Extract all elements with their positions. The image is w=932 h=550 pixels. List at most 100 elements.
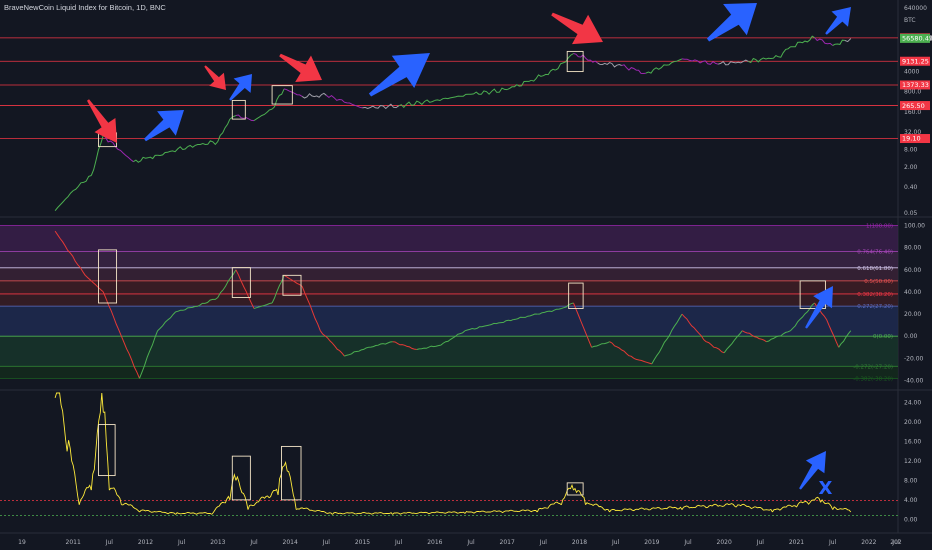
time-axis-tick: Jul: [611, 539, 620, 546]
price-series-segment: [621, 64, 646, 75]
price-axis-tick: 4000: [904, 69, 919, 76]
price-axis-tick: 2.00: [904, 164, 918, 171]
blue-arrow[interactable]: [144, 110, 184, 142]
price-axis-tick: 640000: [904, 5, 927, 12]
volatility-axis-tick: 16.00: [904, 439, 921, 446]
fib-level-label: 0.5(50.00): [864, 279, 893, 285]
fib-level-label: 0.382(38.20): [857, 292, 893, 298]
price-series-segment: [301, 92, 327, 99]
price-badge-label: 56580.45: [902, 35, 932, 43]
price-series-segment: [133, 154, 158, 163]
fib-level-label: 0(0.00): [873, 334, 893, 340]
time-axis-tick: 2020: [717, 539, 732, 546]
price-badge-label: 1373.33: [902, 81, 929, 89]
volatility-series-segment: [283, 460, 297, 510]
price-series-segment: [157, 146, 189, 157]
volatility-series-segment: [536, 501, 562, 513]
volatility-series-segment: [332, 512, 393, 515]
time-axis-tick: 2015: [355, 539, 370, 546]
oscillator-axis-tick: 80.00: [904, 245, 921, 252]
price-series-segment: [271, 88, 285, 110]
volatility-series-segment: [681, 503, 737, 510]
oscillator-axis-tick: 100.00: [904, 223, 925, 230]
volatility-series-segment: [735, 503, 773, 513]
volatility-axis-tick: 0.00: [904, 516, 918, 523]
time-axis-tick: 2013: [210, 539, 225, 546]
fib-level-label: 0.272(27.20): [857, 304, 893, 310]
volatility-series-segment: [175, 512, 213, 515]
price-series-segment: [470, 87, 508, 95]
time-axis-tick: Jul: [539, 539, 548, 546]
time-axis-tick: Jul: [249, 539, 258, 546]
time-axis-tick: Jul: [828, 539, 837, 546]
price-axis-tick: 8.00: [904, 146, 918, 153]
x-mark-annotation: X: [818, 478, 832, 499]
chart-canvas[interactable]: BTC X 6400004000800.0160.032.008.002.000…: [0, 0, 932, 550]
red-arrow[interactable]: [551, 12, 603, 45]
price-badge-label: 19.10: [902, 135, 921, 143]
time-axis-tick: Jul: [105, 539, 114, 546]
blue-arrow[interactable]: [825, 7, 851, 35]
time-axis-tick: 2021: [789, 539, 804, 546]
oscillator-axis-tick: -40.00: [904, 377, 924, 384]
blue-arrow[interactable]: [229, 74, 252, 101]
volatility-series-segment: [211, 495, 231, 515]
blue-arrow[interactable]: [368, 53, 430, 97]
time-axis-tick: Jul: [394, 539, 403, 546]
fib-band: [0, 293, 898, 307]
volatility-series-segment: [796, 496, 822, 508]
fib-band: [0, 225, 898, 252]
price-series-segment: [434, 93, 471, 102]
blue-arrow[interactable]: [706, 3, 757, 42]
price-series-segment: [253, 108, 273, 122]
price-series-segment: [597, 62, 622, 68]
price-series-segment: [832, 39, 845, 46]
fib-level-label: 1(100.00): [866, 224, 893, 230]
price-series-segment: [72, 175, 92, 192]
price-series-segment: [778, 46, 791, 58]
time-axis-tick: Jul: [322, 539, 331, 546]
volatility-series-segment: [78, 484, 92, 505]
volatility-series-segment: [832, 506, 852, 513]
volatility-series-segment: [609, 506, 683, 513]
time-axis-tick: 2018: [572, 539, 587, 546]
price-axis-tick: 800.0: [904, 89, 921, 96]
red-arrow[interactable]: [279, 53, 322, 82]
volatility-axis-tick: 20.00: [904, 419, 921, 426]
oscillator-axis-tick: 60.00: [904, 267, 921, 274]
price-series-segment: [531, 68, 556, 82]
highlight-box[interactable]: [281, 445, 302, 501]
time-axis-tick: 202: [890, 539, 902, 546]
price-series-segment: [844, 38, 852, 43]
price-series-segment: [283, 88, 303, 97]
time-axis-tick: Jul: [466, 539, 475, 546]
oscillator-axis-tick: 0.00: [904, 333, 918, 340]
fib-band: [0, 251, 898, 268]
price-series-segment: [717, 59, 749, 66]
time-axis-tick: Jul: [756, 539, 765, 546]
fib-level-label: -0.272(-27.20): [853, 364, 893, 370]
volatility-series-segment: [139, 509, 176, 515]
price-series-segment: [115, 146, 134, 163]
price-axis-tick: 0.05: [904, 210, 918, 217]
volatility-series-segment: [772, 504, 797, 513]
time-axis-tick: 2011: [66, 539, 81, 546]
time-axis-tick: Jul: [683, 539, 692, 546]
red-arrow[interactable]: [204, 65, 226, 90]
time-axis-tick: 2017: [500, 539, 515, 546]
time-axis-tick: 2014: [283, 539, 298, 546]
time-axis-tick: 2022: [861, 539, 876, 546]
volatility-series-segment: [820, 499, 834, 510]
oscillator-axis-tick: 20.00: [904, 311, 921, 318]
volatility-series-segment: [108, 487, 122, 505]
highlight-box[interactable]: [271, 85, 293, 105]
fib-band: [0, 267, 898, 281]
time-axis-tick: 2019: [644, 539, 659, 546]
price-axis-tick: 0.40: [904, 184, 918, 191]
volatility-series-segment: [54, 392, 68, 452]
volatility-series-segment: [392, 511, 466, 515]
price-series-segment: [555, 53, 574, 71]
time-axis-tick: 2012: [138, 539, 153, 546]
volatility-series-segment: [585, 502, 610, 513]
price-series-segment: [90, 135, 104, 176]
